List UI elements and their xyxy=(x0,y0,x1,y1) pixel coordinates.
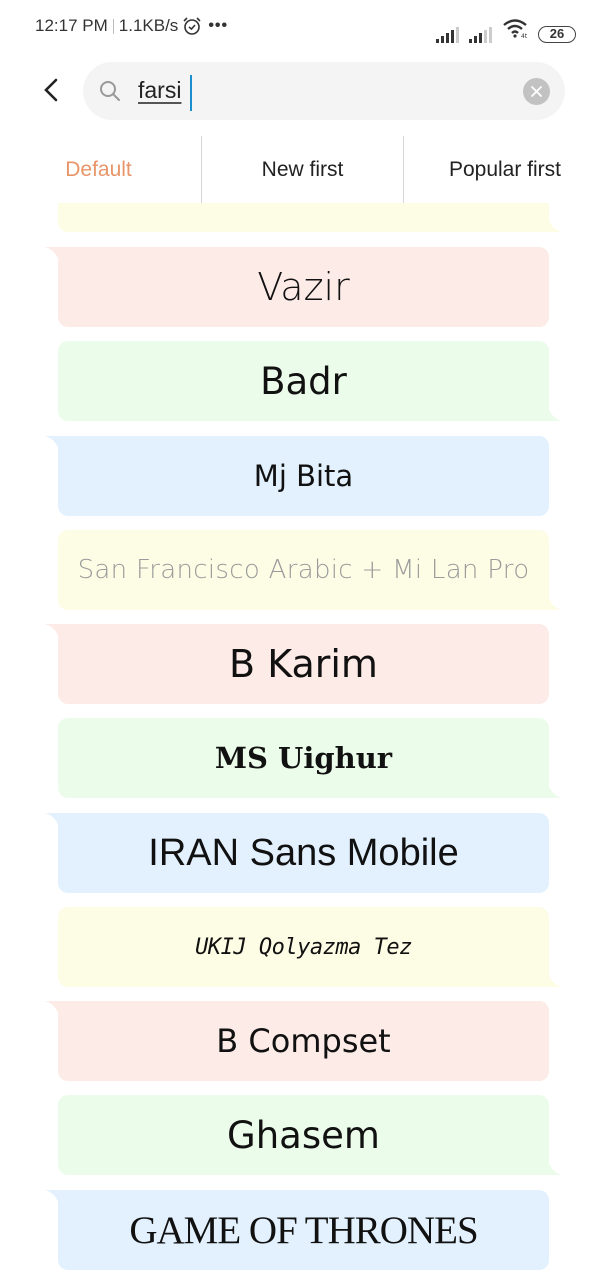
font-name: B Compset xyxy=(216,1022,391,1060)
status-bar: 12:17 PM 1.1KB/s ••• 4t 26 xyxy=(0,0,606,58)
font-name: B Karim xyxy=(229,642,378,686)
search-input[interactable]: farsi xyxy=(138,72,181,108)
font-name: Ghasem xyxy=(227,1113,380,1157)
font-item-game-of-thrones[interactable]: GAME OF THRONES xyxy=(58,1190,549,1270)
search-header: farsi xyxy=(0,58,606,136)
font-item-vazir[interactable]: Vazir xyxy=(58,247,549,327)
search-icon xyxy=(100,81,120,101)
font-item-ms-uighur[interactable]: MS Uighur xyxy=(58,718,549,798)
clear-x-icon xyxy=(531,86,542,97)
font-name: Mj Bita xyxy=(253,459,354,493)
font-name: Badr xyxy=(260,359,347,403)
cell-signal-icon xyxy=(436,27,459,43)
font-name: GAME OF THRONES xyxy=(129,1208,478,1252)
search-box[interactable]: farsi xyxy=(83,62,565,120)
font-name: IRAN Sans Mobile xyxy=(148,831,459,874)
font-item-b-compset[interactable]: B Compset xyxy=(58,1001,549,1081)
font-item-b-karim[interactable]: B Karim xyxy=(58,624,549,704)
cell-signal-icon xyxy=(469,27,492,43)
font-item-san-francisco-arabic[interactable]: San Francisco Arabic + Mi Lan Pro xyxy=(58,530,549,610)
battery-indicator: 26 xyxy=(538,26,576,43)
tab-new-first[interactable]: New first xyxy=(201,136,403,203)
svg-text:4t: 4t xyxy=(521,33,528,38)
alarm-clock-icon xyxy=(182,16,202,36)
more-dots-icon: ••• xyxy=(208,17,229,34)
font-item-iran-sans-mobile[interactable]: IRAN Sans Mobile xyxy=(58,813,549,893)
clear-search-button[interactable] xyxy=(523,78,550,105)
tab-label: New first xyxy=(261,157,344,181)
font-name: UKIJ Qolyazma Tez xyxy=(195,934,412,960)
font-name: MS Uighur xyxy=(214,741,393,775)
tab-label: Popular first xyxy=(448,157,562,181)
tab-default[interactable]: Default xyxy=(0,136,201,203)
status-separator xyxy=(112,18,114,34)
font-name: San Francisco Arabic + Mi Lan Pro xyxy=(77,555,530,585)
tab-popular-first[interactable]: Popular first xyxy=(403,136,606,203)
font-item-ghasem[interactable]: Ghasem xyxy=(58,1095,549,1175)
chevron-left-icon xyxy=(44,78,58,102)
network-speed: 1.1KB/s xyxy=(118,16,179,35)
font-name: Vazir xyxy=(257,265,350,309)
status-time: 12:17 PM xyxy=(35,16,108,35)
font-item-mj-bita[interactable]: Mj Bita xyxy=(58,436,549,516)
text-caret xyxy=(190,75,192,111)
back-button[interactable] xyxy=(38,74,68,106)
sort-tabs: Default New first Popular first xyxy=(0,136,606,203)
font-item-badr[interactable]: Badr xyxy=(58,341,549,421)
tab-label: Default xyxy=(65,157,132,181)
font-item-ukij-qolyazma-tez[interactable]: UKIJ Qolyazma Tez xyxy=(58,907,549,987)
wifi-icon: 4t xyxy=(502,18,528,43)
